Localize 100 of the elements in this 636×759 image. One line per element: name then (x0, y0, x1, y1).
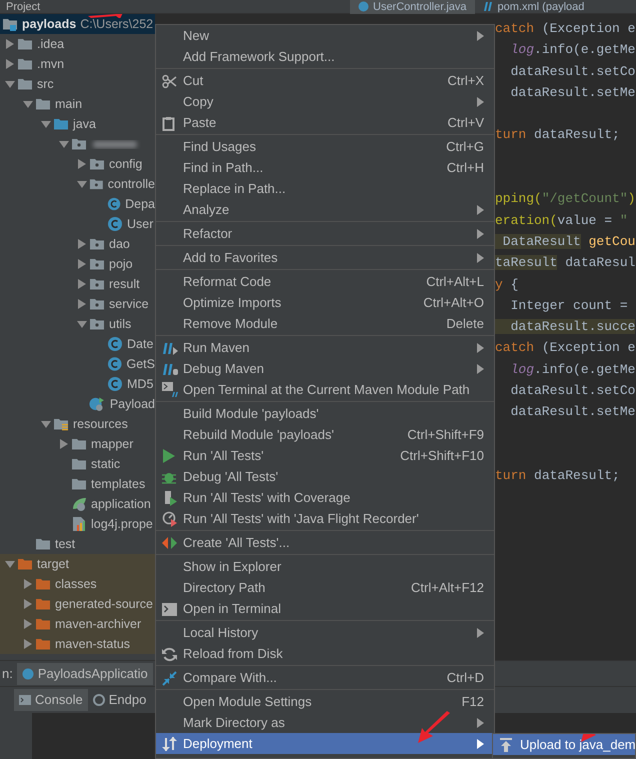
menu-item[interactable]: Run 'All Tests' Ctrl+Shift+F10 (156, 445, 494, 466)
collapsed-arrow-icon[interactable] (22, 619, 32, 629)
folder-icon (17, 76, 33, 92)
expanded-arrow-icon[interactable] (22, 99, 32, 109)
tree-label: Date (127, 336, 154, 352)
menu-item[interactable]: Run Maven (156, 337, 494, 358)
menu-item[interactable]: Compare With... Ctrl+D (156, 667, 494, 688)
menu-item[interactable]: Create 'All Tests'... (156, 532, 494, 553)
collapsed-arrow-icon[interactable] (4, 39, 14, 49)
up-down-arrows-icon (162, 737, 177, 752)
tree-label: GetS (126, 356, 155, 372)
collapsed-arrow-icon[interactable] (76, 259, 86, 269)
tree-row[interactable]: result (0, 274, 155, 294)
collapsed-arrow-icon[interactable] (4, 59, 14, 69)
menu-item[interactable]: Replace in Path... (156, 178, 494, 199)
menu-item[interactable]: Remove Module Delete (156, 313, 494, 334)
tree-row[interactable]: .mvn (0, 54, 155, 74)
expanded-arrow-icon[interactable] (4, 79, 14, 89)
tree-row[interactable]: .idea (0, 34, 155, 54)
menu-item[interactable]: Run 'All Tests' with 'Java Flight Recorder' (156, 508, 494, 529)
tree-row[interactable]: target (0, 554, 155, 574)
tree-row[interactable]: src (0, 74, 155, 94)
menu-item[interactable]: Cut Ctrl+X (156, 70, 494, 91)
tree-row[interactable]: Date (0, 334, 155, 354)
tree-row[interactable]: templates (0, 474, 155, 494)
run-tab[interactable]: PayloadsApplicatio (16, 662, 153, 684)
collapsed-arrow-icon[interactable] (58, 439, 68, 449)
tree-row[interactable]: Payload (0, 394, 155, 414)
menu-item[interactable]: Add Framework Support... (156, 46, 494, 67)
collapsed-arrow-icon[interactable] (76, 159, 86, 169)
tree-row[interactable]: GetS (0, 354, 155, 374)
tree-row[interactable]: mapper (0, 434, 155, 454)
menu-item[interactable]: Refactor (156, 223, 494, 244)
tree-row[interactable]: pojo (0, 254, 155, 274)
menu-item[interactable]: Reformat Code Ctrl+Alt+L (156, 271, 494, 292)
tree-row[interactable]: controlle (0, 174, 155, 194)
menu-item[interactable]: Upload to java_dem (493, 734, 635, 755)
expanded-arrow-icon[interactable] (40, 419, 50, 429)
expanded-arrow-icon[interactable] (40, 119, 50, 129)
expanded-arrow-icon[interactable] (4, 559, 14, 569)
tree-row[interactable]: Depa (0, 194, 155, 214)
tree-row[interactable]: java (0, 114, 155, 134)
collapsed-arrow-icon[interactable] (76, 299, 86, 309)
code-line: y { (495, 276, 520, 294)
tree-row[interactable]: User (0, 214, 155, 234)
code-line: dataResult.setCo (510, 62, 636, 81)
collapsed-arrow-icon[interactable] (22, 639, 32, 649)
tree-label: static (91, 456, 120, 472)
menu-item[interactable]: Paste Ctrl+V (156, 112, 494, 133)
editor-tab[interactable]: pom.xml (payload (474, 0, 592, 14)
tree-row[interactable]: test (0, 534, 155, 554)
menu-item[interactable]: Open Terminal at the Current Maven Module Path (156, 379, 494, 400)
menu-item[interactable]: Build Module 'payloads' (156, 403, 494, 424)
menu-item[interactable]: Optimize Imports Ctrl+Alt+O (156, 292, 494, 313)
tree-row[interactable]: config (0, 154, 155, 174)
menu-item[interactable]: Add to Favorites (156, 247, 494, 268)
editor-tab[interactable]: UserController.java (350, 0, 475, 14)
tree-row[interactable]: resources (0, 414, 155, 434)
collapsed-arrow-icon[interactable] (22, 599, 32, 609)
menu-item[interactable]: Deployment (156, 733, 494, 754)
collapsed-arrow-icon[interactable] (76, 239, 86, 249)
tree-row[interactable]: maven-archiver (0, 614, 155, 634)
menu-item[interactable]: Directory Path Ctrl+Alt+F12 (156, 577, 494, 598)
tree-row[interactable]: generated-source (0, 594, 155, 614)
tree-row[interactable]: maven-status (0, 634, 155, 654)
menu-item[interactable]: New (156, 25, 494, 46)
expanded-arrow-icon[interactable] (58, 139, 68, 149)
tree-row[interactable]: utils (0, 314, 155, 334)
tree-label: templates (91, 476, 146, 492)
expanded-arrow-icon[interactable] (76, 319, 86, 329)
code-line: eration(value = " (495, 212, 629, 230)
menu-item[interactable]: Debug 'All Tests' (156, 466, 494, 487)
menu-item[interactable]: Open Module Settings F12 (156, 691, 494, 712)
menu-item[interactable]: Analyze (156, 199, 494, 220)
menu-item[interactable]: Find Usages Ctrl+G (156, 136, 494, 157)
menu-item[interactable]: Open in Terminal (156, 598, 494, 619)
menu-item[interactable]: Rebuild Module 'payloads' Ctrl+Shift+F9 (156, 424, 494, 445)
menu-item[interactable]: Find in Path... Ctrl+H (156, 157, 494, 178)
menu-item[interactable]: Debug Maven (156, 358, 494, 379)
expanded-arrow-icon[interactable] (76, 179, 86, 189)
tree-row[interactable]: service (0, 294, 155, 314)
tree-row[interactable]: application (0, 494, 155, 514)
menu-item[interactable]: Reload from Disk (156, 643, 494, 664)
tree-row[interactable]: main (0, 94, 155, 114)
menu-item[interactable]: Run 'All Tests' with Coverage (156, 487, 494, 508)
console-tab[interactable]: Endpo (88, 689, 152, 711)
panel-title[interactable]: Project (6, 0, 40, 12)
tree-row[interactable]: static (0, 454, 155, 474)
tree-row[interactable]: dao (0, 234, 155, 254)
menu-item[interactable]: Copy (156, 91, 494, 112)
collapsed-arrow-icon[interactable] (22, 579, 32, 589)
menu-item[interactable]: Mark Directory as (156, 712, 494, 733)
tree-row[interactable]: payloads C:\Users\252 (0, 14, 155, 34)
collapsed-arrow-icon[interactable] (76, 279, 86, 289)
tree-row[interactable]: log4j.prope (0, 514, 155, 534)
tree-row[interactable]: classes (0, 574, 155, 594)
tree-row[interactable]: MD5 (0, 374, 155, 394)
menu-item[interactable]: Show in Explorer (156, 556, 494, 577)
menu-item[interactable]: Local History (156, 622, 494, 643)
console-tab[interactable]: Console (14, 689, 88, 711)
